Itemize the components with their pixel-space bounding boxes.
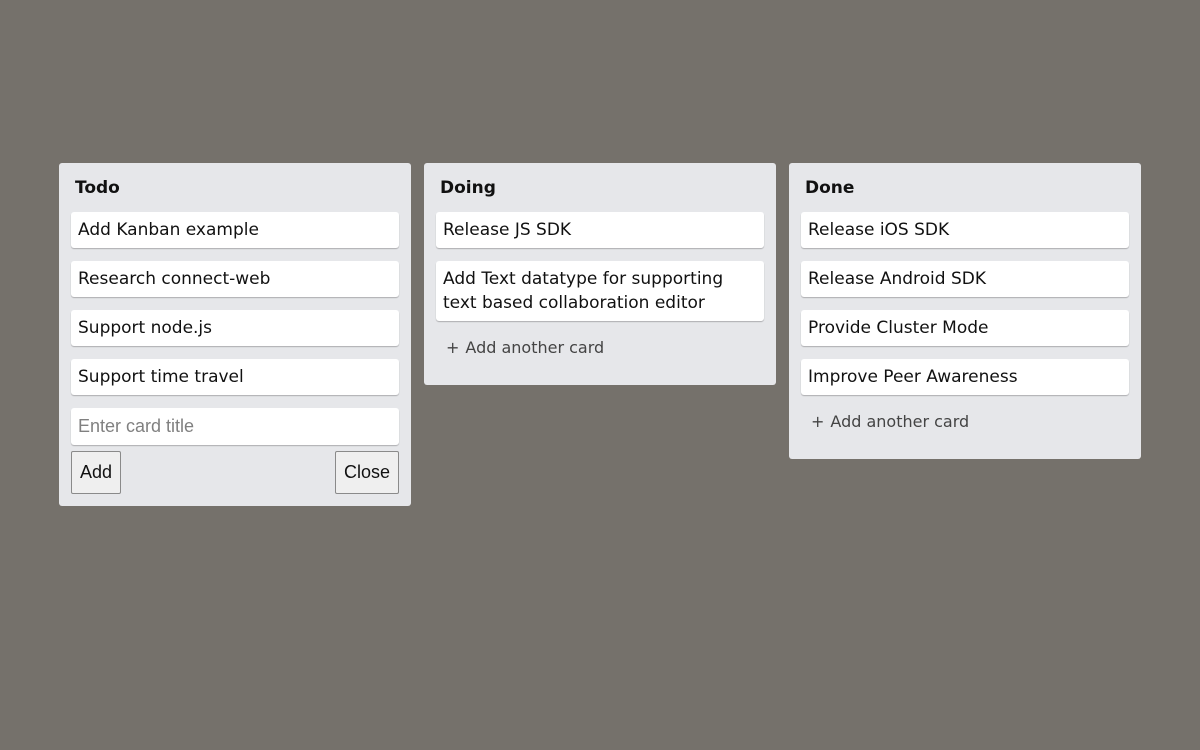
card[interactable]: Provide Cluster Mode — [801, 310, 1129, 346]
card[interactable]: Research connect-web — [71, 261, 399, 297]
card[interactable]: Support node.js — [71, 310, 399, 346]
card[interactable]: Add Text datatype for supporting text ba… — [436, 261, 764, 321]
card[interactable]: Release JS SDK — [436, 212, 764, 248]
plus-icon: + — [446, 338, 460, 357]
card[interactable]: Add Kanban example — [71, 212, 399, 248]
add-another-card-button[interactable]: + Add another card — [436, 334, 764, 373]
column-doing: Doing Release JS SDK Add Text datatype f… — [424, 163, 776, 385]
kanban-board: Todo Add Kanban example Research connect… — [59, 163, 1141, 506]
card-list: Release iOS SDK Release Android SDK Prov… — [801, 212, 1129, 395]
column-title: Todo — [75, 178, 120, 198]
add-another-card-label: Add another card — [830, 412, 970, 431]
card-list: Release JS SDK Add Text datatype for sup… — [436, 212, 764, 321]
column-title: Done — [805, 178, 855, 198]
add-another-card-button[interactable]: + Add another card — [801, 408, 1129, 447]
plus-icon: + — [811, 412, 825, 431]
card-list: Add Kanban example Research connect-web … — [71, 212, 399, 395]
card[interactable]: Improve Peer Awareness — [801, 359, 1129, 395]
card[interactable]: Release iOS SDK — [801, 212, 1129, 248]
column-todo: Todo Add Kanban example Research connect… — [59, 163, 411, 506]
card[interactable]: Release Android SDK — [801, 261, 1129, 297]
form-actions: Add Close — [71, 451, 399, 494]
card[interactable]: Support time travel — [71, 359, 399, 395]
column-done: Done Release iOS SDK Release Android SDK… — [789, 163, 1141, 459]
card-title-input[interactable] — [71, 408, 399, 445]
column-title: Doing — [440, 178, 496, 198]
add-another-card-label: Add another card — [465, 338, 605, 357]
add-card-form: Add Close — [71, 408, 399, 494]
add-button[interactable]: Add — [71, 451, 122, 494]
close-button[interactable]: Close — [334, 451, 399, 494]
